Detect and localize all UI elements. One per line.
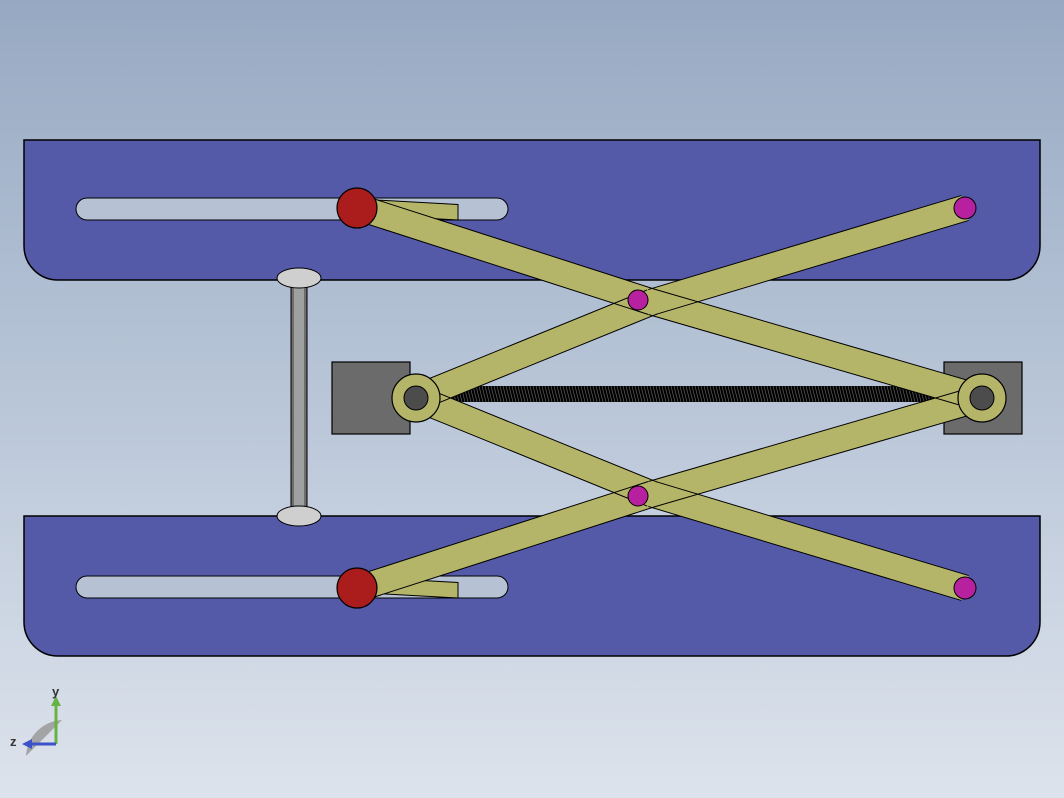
slot-slider-pin xyxy=(337,568,377,608)
vertical-guide-rod xyxy=(277,268,321,526)
pivot-pin xyxy=(970,386,994,410)
cad-viewport[interactable] xyxy=(0,0,1064,798)
slot-slider-pin xyxy=(337,188,377,228)
platform-fixed-pin xyxy=(954,197,976,219)
scissor-mid-pin xyxy=(628,290,648,310)
scissor-mid-pin xyxy=(628,486,648,506)
pivot-pin xyxy=(404,386,428,410)
platform-fixed-pin xyxy=(954,577,976,599)
